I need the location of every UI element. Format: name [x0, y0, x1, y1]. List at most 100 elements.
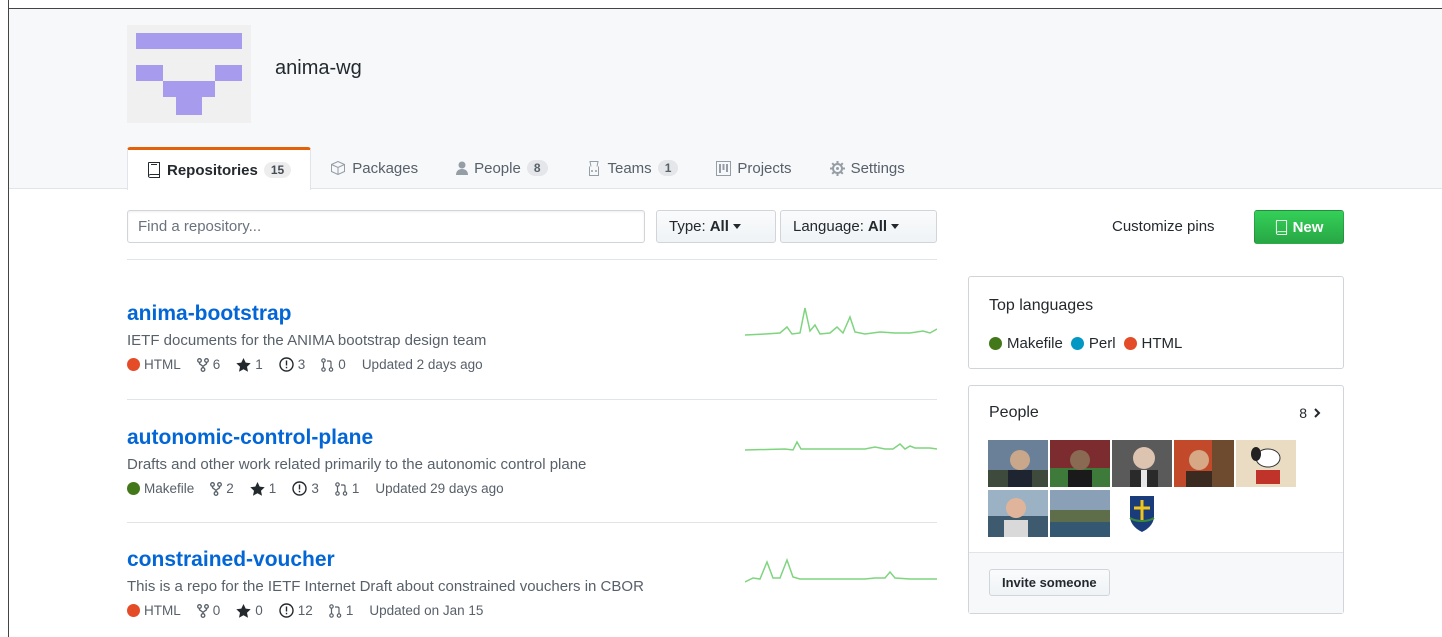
repo-issues[interactable]: 3 — [292, 481, 319, 496]
new-repo-button[interactable]: New — [1254, 210, 1344, 244]
star-count: 1 — [268, 481, 277, 496]
fork-icon — [210, 481, 223, 496]
repo-stars[interactable]: 1 — [236, 357, 263, 372]
repo-updated: Updated on Jan 15 — [369, 603, 484, 618]
language-name: HTML — [144, 603, 181, 618]
people-card: People 8 Invite someone — [968, 385, 1344, 614]
language-color-dot — [127, 604, 140, 617]
project-icon — [716, 160, 732, 176]
language-item[interactable]: Perl — [1070, 335, 1116, 352]
repo-issues[interactable]: 12 — [279, 603, 313, 618]
language-color-dot — [1123, 337, 1137, 350]
language-color-dot — [127, 358, 140, 371]
repo-meta: Makefile 2 1 3 1 Updated 29 days ago — [127, 481, 937, 496]
language-name: HTML — [144, 357, 181, 372]
language-filter-label: Language: — [793, 218, 864, 235]
tab-teams-count: 1 — [657, 160, 679, 176]
language-color-dot — [1070, 337, 1084, 350]
tab-projects-label: Projects — [737, 159, 792, 177]
pull-request-icon — [335, 481, 348, 496]
org-avatar — [127, 25, 251, 123]
customize-pins-link[interactable]: Customize pins — [1112, 218, 1215, 235]
top-languages-card: Top languages Makefile Perl HTML — [968, 276, 1344, 369]
language-name: Perl — [1088, 335, 1116, 352]
person-icon — [456, 161, 469, 175]
package-icon — [330, 161, 346, 175]
fork-count: 2 — [226, 481, 234, 496]
language-filter-dropdown[interactable]: Language: All — [780, 210, 937, 243]
org-name: anima-wg — [275, 57, 362, 79]
gear-icon — [829, 160, 845, 176]
repo-pulls[interactable]: 0 — [321, 357, 346, 372]
repo-pulls[interactable]: 1 — [329, 603, 353, 618]
people-count: 8 — [1299, 405, 1307, 421]
repo-language: HTML — [127, 357, 181, 372]
type-filter-value: All — [709, 218, 729, 235]
avatar[interactable] — [988, 490, 1048, 537]
language-filter-value: All — [867, 218, 888, 235]
divider — [127, 259, 937, 260]
pull-request-icon — [329, 603, 342, 618]
repo-stars[interactable]: 1 — [250, 481, 277, 496]
star-icon — [236, 603, 251, 618]
org-header: anima-wg Repositories 15 Packages People… — [9, 9, 1442, 190]
tab-people-label: People — [474, 159, 521, 177]
avatar[interactable] — [1050, 490, 1110, 537]
people-footer: Invite someone — [969, 552, 1343, 613]
avatar[interactable] — [1050, 440, 1110, 487]
fork-icon — [196, 357, 209, 372]
avatar[interactable] — [1112, 440, 1172, 487]
pull-count: 0 — [338, 357, 346, 372]
repo-forks[interactable]: 2 — [210, 481, 234, 496]
tab-repositories[interactable]: Repositories 15 — [127, 147, 312, 190]
repo-icon — [1275, 219, 1287, 235]
people-count-link[interactable]: 8 — [1299, 404, 1323, 422]
activity-sparkline — [745, 440, 937, 451]
repo-stars[interactable]: 0 — [236, 603, 263, 618]
language-item[interactable]: HTML — [1123, 335, 1183, 352]
tab-settings-label: Settings — [850, 159, 905, 177]
fork-count: 6 — [212, 357, 221, 372]
language-name: HTML — [1141, 335, 1183, 352]
avatar[interactable] — [1236, 440, 1296, 487]
repo-meta: HTML 6 1 3 0 Updated 2 days ago — [127, 357, 937, 372]
repo-pulls[interactable]: 1 — [335, 481, 360, 496]
language-name: Makefile — [1007, 335, 1063, 352]
avatar[interactable] — [1112, 490, 1172, 537]
pull-request-icon — [321, 357, 334, 372]
repo-forks[interactable]: 0 — [196, 603, 221, 618]
tab-settings[interactable]: Settings — [811, 147, 924, 189]
tab-teams[interactable]: Teams 1 — [567, 147, 698, 189]
pull-count: 1 — [351, 481, 360, 496]
avatar[interactable] — [988, 440, 1048, 487]
new-button-label: New — [1292, 218, 1324, 236]
star-icon — [236, 357, 251, 372]
issue-icon — [279, 357, 294, 372]
invite-someone-button[interactable]: Invite someone — [989, 569, 1110, 596]
tab-people[interactable]: People 8 — [437, 147, 566, 189]
people-header: People 8 — [989, 404, 1323, 422]
divider — [127, 399, 937, 400]
people-title: People — [989, 404, 1039, 421]
type-filter-dropdown[interactable]: Type: All — [656, 210, 776, 243]
team-icon — [586, 160, 602, 176]
repo-issues[interactable]: 3 — [279, 357, 305, 372]
activity-sparkline — [745, 307, 937, 336]
language-item[interactable]: Makefile — [989, 335, 1063, 352]
avatar[interactable] — [1174, 440, 1234, 487]
repo-search-input[interactable] — [127, 210, 645, 243]
fork-icon — [196, 603, 209, 618]
tab-packages[interactable]: Packages — [311, 147, 437, 189]
tab-packages-label: Packages — [352, 159, 419, 177]
language-color-dot — [989, 337, 1002, 350]
type-filter-label: Type: — [669, 218, 706, 235]
chevron-right-icon — [1314, 408, 1321, 418]
top-languages-title: Top languages — [989, 297, 1094, 314]
issue-count: 3 — [311, 481, 319, 496]
tab-projects[interactable]: Projects — [697, 147, 810, 189]
fork-count: 0 — [212, 603, 221, 618]
tab-people-count: 8 — [526, 160, 548, 176]
language-name: Makefile — [144, 481, 195, 496]
repo-forks[interactable]: 6 — [196, 357, 221, 372]
repo-meta: HTML 0 0 12 1 Updated on Jan 15 — [127, 603, 937, 618]
